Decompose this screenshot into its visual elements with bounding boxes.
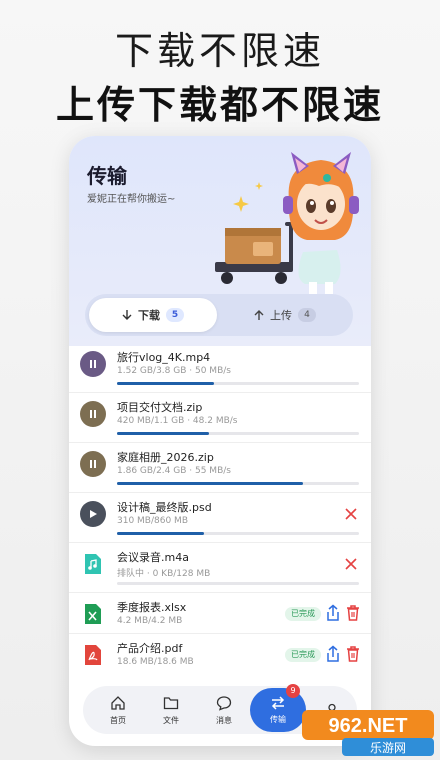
upload-count-badge: 4 (298, 308, 316, 322)
list-item[interactable]: 会议录音.m4a 排队中 · 0 KB/128 MB (69, 544, 371, 593)
progress-bar (117, 582, 359, 585)
share-icon[interactable] (325, 645, 341, 663)
folder-icon (163, 696, 179, 709)
progress-bar (117, 382, 359, 385)
close-icon[interactable] (343, 556, 359, 572)
tab-download-label: 下载 (138, 309, 160, 322)
file-progress-text: 310 MB/860 MB (117, 516, 188, 526)
pdf-file-icon (85, 645, 101, 665)
list-item[interactable]: 季度报表.xlsx 4.2 MB/4.2 MB 已完成 (69, 594, 371, 634)
share-icon[interactable] (325, 604, 341, 622)
file-progress-text: 4.2 MB/4.2 MB (117, 616, 183, 626)
trash-icon[interactable] (345, 604, 361, 622)
watermark-brand: 962.NET (329, 715, 408, 737)
list-item[interactable]: 旅行vlog_4K.mp4 1.52 GB/3.8 GB · 50 MB/s (69, 344, 371, 393)
phone-screen: 传输 爱妮正在帮你搬运~ 下载 5 上传 4 旅行vlog_4K.mp4 1.5… (69, 136, 371, 746)
chat-icon (216, 695, 232, 711)
transfer-direction-switch: 下载 5 上传 4 (85, 294, 353, 336)
site-watermark: 962.NET 乐游网 (302, 708, 434, 756)
tab-home-label: 首页 (110, 715, 126, 725)
resume-button[interactable] (80, 501, 106, 527)
list-item[interactable]: 设计稿_最终版.psd 310 MB/860 MB (69, 494, 371, 543)
progress-fill (117, 382, 214, 385)
file-type (80, 642, 106, 668)
tab-upload-label: 上传 (270, 309, 292, 322)
status-badge: 已完成 (285, 607, 321, 621)
tab-home[interactable]: 首页 (91, 686, 145, 734)
music-file-icon (85, 554, 101, 574)
pause-button[interactable] (80, 401, 106, 427)
home-icon (111, 695, 125, 710)
arrow-down-icon (122, 310, 132, 320)
arrow-up-icon (254, 310, 264, 320)
file-progress-text: 1.86 GB/2.4 GB · 55 MB/s (117, 466, 231, 476)
tab-files-label: 文件 (163, 715, 179, 725)
tab-messages-label: 消息 (216, 715, 232, 725)
tab-transfer-label: 传输 (270, 714, 286, 724)
excel-file-icon (85, 604, 101, 624)
pause-button[interactable] (80, 351, 106, 377)
play-icon (90, 510, 97, 518)
progress-fill (117, 532, 205, 535)
file-name: 项目交付文档.zip (117, 401, 203, 414)
trash-icon[interactable] (345, 645, 361, 663)
tab-messages[interactable]: 消息 (197, 686, 251, 734)
page-title: 传输 (87, 164, 127, 188)
progress-bar (117, 532, 359, 535)
file-progress-text: 18.6 MB/18.6 MB (117, 657, 194, 667)
page-subtitle: 爱妮正在帮你搬运~ (87, 194, 176, 205)
list-item[interactable]: 项目交付文档.zip 420 MB/1.1 GB · 48.2 MB/s (69, 394, 371, 443)
progress-bar (117, 482, 359, 485)
transfer-icon (271, 695, 285, 710)
promo-tagline: 上传下载都不限速 (55, 83, 384, 127)
close-icon[interactable] (343, 506, 359, 522)
file-name: 季度报表.xlsx (117, 601, 187, 614)
progress-bar (117, 432, 359, 435)
transfer-header: 传输 爱妮正在帮你搬运~ 下载 5 上传 4 (69, 136, 371, 346)
tab-files[interactable]: 文件 (144, 686, 198, 734)
pause-icon (90, 360, 96, 368)
file-name: 会议录音.m4a (117, 551, 189, 564)
file-name: 家庭相册_2026.zip (117, 451, 214, 464)
mascot-illustration (215, 152, 359, 304)
tab-transfer[interactable]: 传输 9 (250, 684, 306, 732)
transfer-count-badge: 9 (286, 684, 300, 698)
watermark-logo: 962.NET 乐游网 (302, 710, 434, 756)
download-count-badge: 5 (166, 308, 184, 322)
file-name: 产品介绍.pdf (117, 642, 183, 655)
pause-icon (90, 410, 96, 418)
file-type (80, 551, 106, 577)
list-item[interactable]: 产品介绍.pdf 18.6 MB/18.6 MB 已完成 (69, 635, 371, 675)
list-item[interactable]: 家庭相册_2026.zip 1.86 GB/2.4 GB · 55 MB/s (69, 444, 371, 493)
status-badge: 已完成 (285, 648, 321, 662)
tab-upload[interactable]: 上传 4 (221, 298, 349, 332)
file-progress-text: 排队中 · 0 KB/128 MB (117, 569, 211, 579)
progress-fill (117, 432, 209, 435)
pause-icon (90, 460, 96, 468)
file-name: 旅行vlog_4K.mp4 (117, 351, 211, 364)
watermark-text: 乐游网 (370, 741, 406, 755)
tab-download[interactable]: 下载 5 (89, 298, 217, 332)
promo-headline: 下载不限速 (114, 29, 325, 73)
file-progress-text: 420 MB/1.1 GB · 48.2 MB/s (117, 416, 238, 426)
file-name: 设计稿_最终版.psd (117, 501, 212, 514)
progress-fill (117, 482, 304, 485)
pause-button[interactable] (80, 451, 106, 477)
file-progress-text: 1.52 GB/3.8 GB · 50 MB/s (117, 366, 231, 376)
file-type (80, 601, 106, 627)
